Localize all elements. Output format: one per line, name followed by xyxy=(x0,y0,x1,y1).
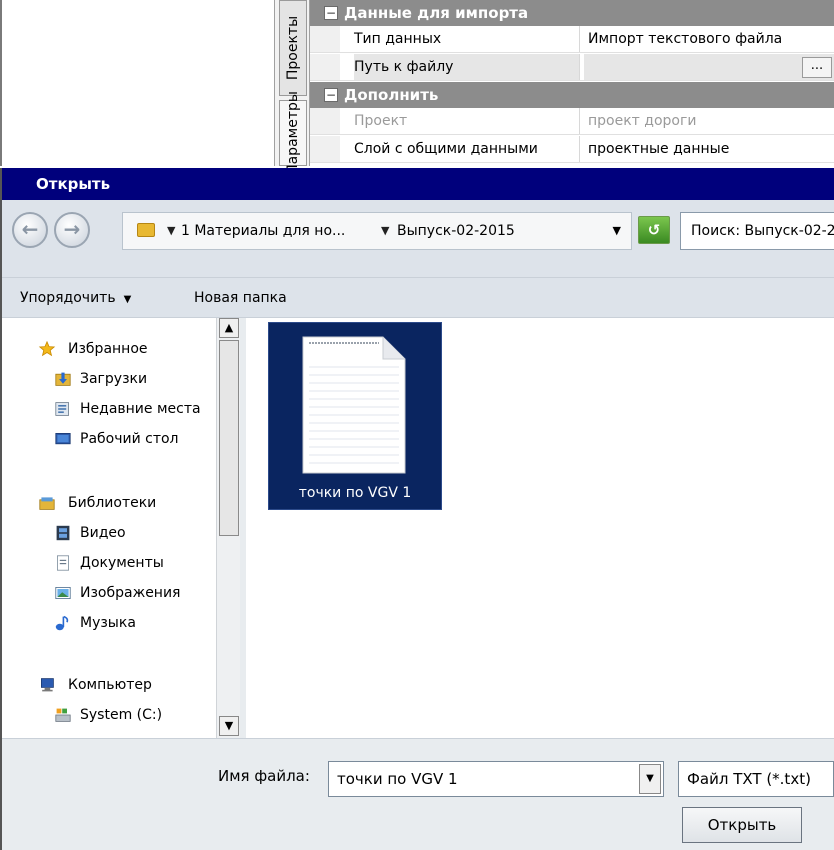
dialog-title: Открыть xyxy=(36,175,111,193)
nav-label: Музыка xyxy=(80,615,136,631)
dialog-title-bar[interactable]: Открыть xyxy=(2,168,834,200)
filename-value[interactable]: точки по VGV 1 xyxy=(337,762,458,796)
property-value[interactable]: проектные данные xyxy=(584,136,834,162)
row-gutter xyxy=(310,136,340,162)
collapse-icon[interactable]: − xyxy=(324,88,338,102)
nav-label: Видео xyxy=(80,525,126,541)
nav-label: Документы xyxy=(80,555,164,571)
nav-label: Рабочий стол xyxy=(80,431,179,447)
file-name: точки по VGV 1 xyxy=(298,485,412,501)
documents-icon xyxy=(57,555,69,571)
search-input[interactable]: Поиск: Выпуск-02-2015 xyxy=(680,212,834,250)
navigation-pane: Избранное Загрузки Недавние места Рабочи… xyxy=(2,318,216,738)
vertical-tab-strip: Проекты Параметры xyxy=(274,0,310,175)
row-gutter xyxy=(310,108,340,134)
new-folder-button[interactable]: Новая папка xyxy=(194,278,287,318)
property-name: Проект xyxy=(354,108,580,134)
property-value[interactable]: Импорт текстового файла xyxy=(584,26,834,52)
row-gutter xyxy=(310,26,340,52)
property-panel: Проекты Параметры − Данные для импорта Т… xyxy=(0,0,834,175)
category-import-data[interactable]: − Данные для импорта xyxy=(310,0,834,26)
dialog-toolbar: Упорядочить ▼ Новая папка xyxy=(2,278,834,318)
dialog-footer: Имя файла: точки по VGV 1 ▼ Файл TXT (*.… xyxy=(2,738,834,850)
nav-label: Загрузки xyxy=(80,371,148,387)
refresh-button[interactable]: ↺ xyxy=(638,216,670,244)
category-title: Данные для импорта xyxy=(344,4,529,22)
downloads-icon xyxy=(55,372,71,386)
chevron-down-icon[interactable]: ▼ xyxy=(613,213,621,249)
organize-button[interactable]: Упорядочить ▼ xyxy=(20,278,131,320)
collapse-icon[interactable]: − xyxy=(324,6,338,20)
property-name: Путь к файлу xyxy=(354,54,580,80)
tab-parameters-label: Параметры xyxy=(285,91,301,175)
open-file-dialog: Открыть ← → ▼ 1 Материалы для но... ▼ Вы… xyxy=(0,168,834,850)
category-title: Дополнить xyxy=(344,86,439,104)
music-icon xyxy=(55,615,69,631)
chevron-down-icon: ▼ xyxy=(123,294,132,305)
browse-button[interactable]: ... xyxy=(802,57,832,78)
property-row-project[interactable]: Проект проект дороги xyxy=(310,108,834,135)
property-name: Слой с общими данными xyxy=(354,136,580,162)
libraries-icon xyxy=(39,497,55,510)
images-icon xyxy=(55,587,71,599)
text-file-icon xyxy=(302,336,406,474)
navigation-scrollbar[interactable]: ▲ ▼ xyxy=(216,318,240,738)
folder-icon xyxy=(137,223,155,237)
video-icon xyxy=(56,525,70,541)
back-button[interactable]: ← xyxy=(12,212,48,248)
tab-projects-label: Проекты xyxy=(285,15,301,81)
tab-projects[interactable]: Проекты xyxy=(279,0,307,96)
address-bar[interactable]: ▼ 1 Материалы для но... ▼ Выпуск-02-2015… xyxy=(122,212,632,250)
recent-places-icon xyxy=(55,402,69,416)
file-item[interactable]: точки по VGV 1 xyxy=(268,322,442,510)
category-supplement[interactable]: − Дополнить xyxy=(310,82,834,108)
property-value[interactable] xyxy=(584,54,834,80)
open-button[interactable]: Открыть xyxy=(682,807,802,843)
breadcrumb-item[interactable]: 1 Материалы для но... xyxy=(181,213,345,249)
filename-field[interactable]: точки по VGV 1 ▼ xyxy=(328,761,664,797)
nav-label: Избранное xyxy=(68,341,148,357)
property-row-file-path[interactable]: Путь к файлу ... xyxy=(310,54,834,81)
row-gutter xyxy=(310,54,340,80)
filename-label: Имя файла: xyxy=(218,767,310,785)
property-value[interactable]: проект дороги xyxy=(584,108,834,134)
property-grid: − Данные для импорта Тип данных Импорт т… xyxy=(310,0,834,166)
scroll-up-icon[interactable]: ▲ xyxy=(219,318,239,338)
nav-label: Изображения xyxy=(80,585,181,601)
file-list: точки по VGV 1 xyxy=(246,318,834,738)
nav-label: System (C:) xyxy=(80,707,163,723)
tab-parameters[interactable]: Параметры xyxy=(279,91,307,175)
breadcrumb-arrow-icon[interactable]: ▼ xyxy=(381,213,389,249)
filetype-select[interactable]: Файл TXT (*.txt) xyxy=(678,761,834,797)
drive-icon xyxy=(55,708,71,722)
computer-icon xyxy=(41,678,54,692)
nav-label: Компьютер xyxy=(68,677,152,693)
property-name: Тип данных xyxy=(354,26,580,52)
star-icon xyxy=(38,341,56,357)
scroll-thumb[interactable] xyxy=(219,340,239,536)
property-row-common-layer[interactable]: Слой с общими данными проектные данные xyxy=(310,136,834,163)
property-row-data-type[interactable]: Тип данных Импорт текстового файла xyxy=(310,26,834,53)
desktop-icon xyxy=(55,433,71,445)
refresh-icon: ↺ xyxy=(647,221,661,239)
nav-label: Библиотеки xyxy=(68,495,157,511)
navigation-bar: ← → ▼ 1 Материалы для но... ▼ Выпуск-02-… xyxy=(2,200,834,278)
forward-button[interactable]: → xyxy=(54,212,90,248)
chevron-down-icon[interactable]: ▼ xyxy=(639,764,661,794)
breadcrumb-item[interactable]: Выпуск-02-2015 xyxy=(397,213,515,249)
organize-label: Упорядочить xyxy=(20,290,116,306)
nav-label: Недавние места xyxy=(80,401,201,417)
breadcrumb-arrow-icon[interactable]: ▼ xyxy=(167,213,175,249)
back-arrow-icon: ← xyxy=(21,217,39,241)
scroll-down-icon[interactable]: ▼ xyxy=(219,716,239,736)
forward-arrow-icon: → xyxy=(63,217,81,241)
